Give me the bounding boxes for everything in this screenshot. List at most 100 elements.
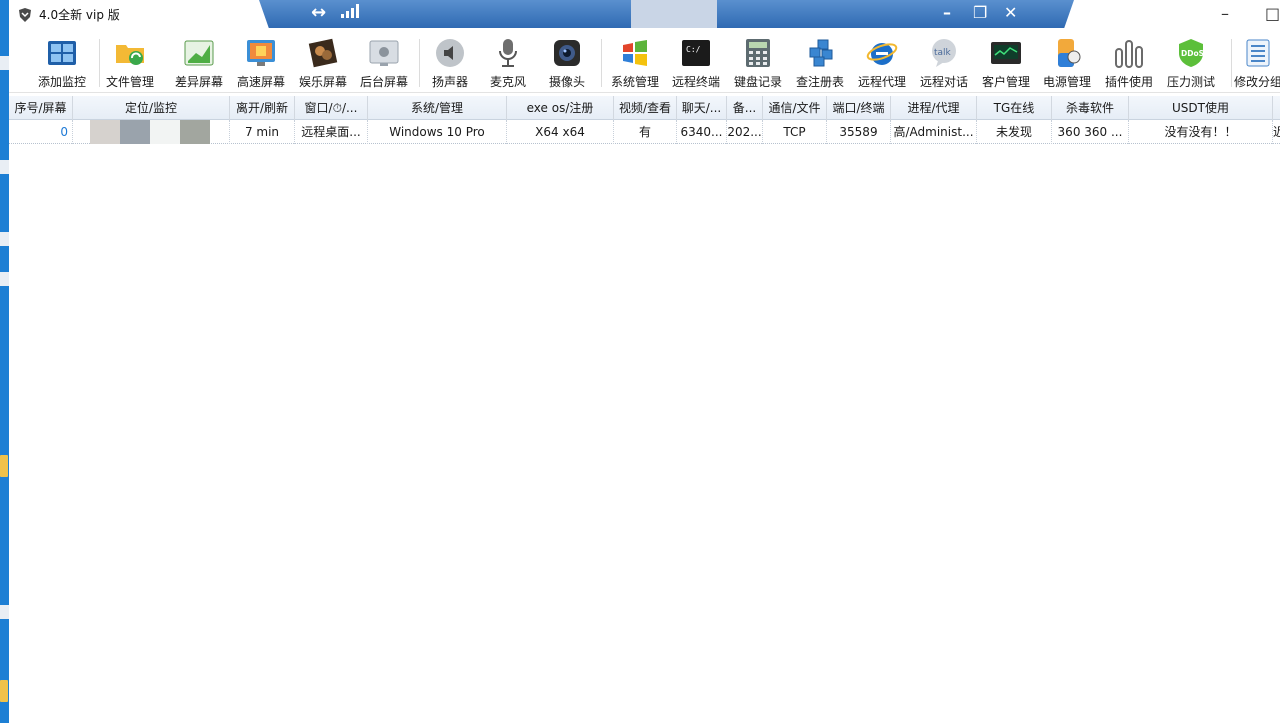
toolbar-label: 差异屏幕: [174, 75, 223, 89]
remote-minimize-button[interactable]: –: [943, 3, 951, 23]
table-row[interactable]: 0 7 min 远程桌面... Windows 10 Pro X64 x64 有…: [9, 120, 1280, 144]
column-header[interactable]: 离开/刷新: [230, 96, 295, 120]
column-header[interactable]: 窗口/⏱/...: [295, 96, 368, 120]
app-logo-icon: [19, 7, 31, 22]
restore-button[interactable]: □: [1265, 4, 1280, 24]
camera-icon: [551, 37, 583, 69]
column-header[interactable]: 视频/查看: [614, 96, 677, 120]
pin-icon[interactable]: ↔: [311, 4, 326, 22]
toolbar-modify-group-button[interactable]: 修改分组: [1227, 37, 1280, 91]
window-title: 4.0全新 vip 版: [39, 8, 120, 22]
toolbar-remote-terminal-button[interactable]: C:/ 远程终端: [665, 37, 727, 91]
remote-restore-button[interactable]: ❐: [973, 3, 987, 23]
apple-screen-icon: [368, 37, 400, 69]
toolbar-file-manager-button[interactable]: 文件管理: [99, 37, 161, 91]
column-header[interactable]: USDT使用: [1129, 96, 1273, 120]
toolbar-label: 远程对话: [919, 75, 968, 89]
desktop-fragment: [0, 605, 9, 619]
trailing-cell: 近: [1273, 125, 1280, 139]
desktop-fragment: [0, 232, 9, 246]
client-monitor-icon: [990, 37, 1022, 69]
idle-cell: 7 min: [230, 120, 295, 144]
toolbar-stress-test-button[interactable]: DDoS 压力测试: [1160, 37, 1222, 91]
redacted-block: [90, 120, 120, 144]
toolbar-remote-proxy-button[interactable]: 远程代理: [851, 37, 913, 91]
calculator-keyboard-icon: [742, 37, 774, 69]
toolbar-label: 添加监控: [37, 75, 86, 89]
ie-globe-icon: [866, 37, 898, 69]
column-header[interactable]: 系统/管理: [368, 96, 507, 120]
talk-bubble-icon: talk: [928, 37, 960, 69]
desktop-fragment: [0, 56, 9, 70]
toolbar-system-manage-button[interactable]: 系统管理: [604, 37, 666, 91]
toolbar-label: 文件管理: [105, 75, 154, 89]
column-header[interactable]: 端口/终端: [827, 96, 891, 120]
desktop-icon: [0, 680, 8, 702]
chat-cell: 6340...: [677, 120, 727, 144]
list-doc-icon: [1242, 37, 1274, 69]
power-battery-icon: [1051, 37, 1083, 69]
process-cell: 高/Administ...: [891, 120, 977, 144]
toolbar-add-monitor-button[interactable]: 添加监控: [31, 37, 93, 91]
folder-sync-icon: [114, 37, 146, 69]
toolbar-background-screen-button[interactable]: 后台屏幕: [353, 37, 415, 91]
remote-session-bar[interactable]: ↔ – ❐ ✕: [259, 0, 1074, 28]
desktop-fragment: [0, 272, 9, 286]
terminal-icon: C:/: [680, 37, 712, 69]
remote-title-chip: [631, 0, 717, 28]
entertainment-icon: [307, 37, 339, 69]
toolbar-fast-screen-button[interactable]: 高速屏幕: [230, 37, 292, 91]
toolbar-label: 麦克风: [489, 75, 526, 89]
column-header[interactable]: TG在线: [977, 96, 1052, 120]
column-header[interactable]: 聊天/...: [677, 96, 727, 120]
column-header[interactable]: 备...: [727, 96, 763, 120]
toolbar-label: 插件使用: [1104, 75, 1153, 89]
minimize-button[interactable]: –: [1221, 4, 1229, 24]
microphone-icon: [492, 37, 524, 69]
toolbar-label: 摄像头: [548, 75, 585, 89]
toolbar-microphone-button[interactable]: 麦克风: [477, 37, 539, 91]
chart-screen-icon: [183, 37, 215, 69]
column-header[interactable]: 通信/文件: [763, 96, 827, 120]
desktop-edge: [0, 0, 9, 723]
ddos-shield-icon: DDoS: [1175, 37, 1207, 69]
toolbar-label: 远程代理: [857, 75, 906, 89]
column-header[interactable]: 杀毒软件: [1052, 96, 1129, 120]
remote-close-button[interactable]: ✕: [1004, 3, 1017, 23]
column-header[interactable]: exe os/注册: [507, 96, 614, 120]
usdt-cell: 没有没有！！: [1129, 120, 1273, 144]
port-cell: 35589: [827, 120, 891, 144]
desktop-fragment: [0, 160, 9, 174]
note-cell: 202...: [727, 120, 763, 144]
toolbar: 添加监控 文件管理 差异屏幕 高速屏幕 娱乐屏幕 后台屏幕 扬声器 麦克风 摄像…: [9, 31, 1280, 93]
toolbar-label: 后台屏幕: [359, 75, 408, 89]
toolbar-entertainment-screen-button[interactable]: 娱乐屏幕: [292, 37, 354, 91]
toolbar-keylogger-button[interactable]: 键盘记录: [727, 37, 789, 91]
toolbar-remote-chat-button[interactable]: talk 远程对话: [913, 37, 975, 91]
row-index: 0: [9, 120, 73, 144]
toolbar-registry-button[interactable]: 查注册表: [789, 37, 851, 91]
toolbar-speaker-button[interactable]: 扬声器: [419, 37, 481, 91]
windows-logo-icon: [619, 37, 651, 69]
os-cell: Windows 10 Pro: [368, 120, 507, 144]
column-header[interactable]: 进程/代理: [891, 96, 977, 120]
tg-cell: 未发现: [977, 120, 1052, 144]
app-title: 4.0全新 vip 版: [17, 6, 120, 23]
terminal-icon-text: C:/: [686, 45, 701, 54]
redacted-block: [120, 120, 150, 144]
toolbar-camera-button[interactable]: 摄像头: [536, 37, 598, 91]
toolbar-plugin-button[interactable]: 插件使用: [1098, 37, 1160, 91]
toolbar-label: 电源管理: [1042, 75, 1091, 89]
column-header[interactable]: 定位/监控: [73, 96, 230, 120]
column-header[interactable]: 序号/屏幕: [9, 96, 73, 120]
toolbar-label: 客户管理: [981, 75, 1030, 89]
protocol-cell: TCP: [763, 120, 827, 144]
toolbar-power-manage-button[interactable]: 电源管理: [1036, 37, 1098, 91]
video-cell: 有: [614, 120, 677, 144]
toolbar-label: 远程终端: [671, 75, 720, 89]
toolbar-client-manage-button[interactable]: 客户管理: [975, 37, 1037, 91]
ddos-icon-text: DDoS: [1181, 49, 1204, 58]
toolbar-diff-screen-button[interactable]: 差异屏幕: [168, 37, 230, 91]
client-table: 序号/屏幕 定位/监控 离开/刷新 窗口/⏱/... 系统/管理 exe os/…: [9, 96, 1280, 144]
toolbar-label: 查注册表: [795, 75, 844, 89]
